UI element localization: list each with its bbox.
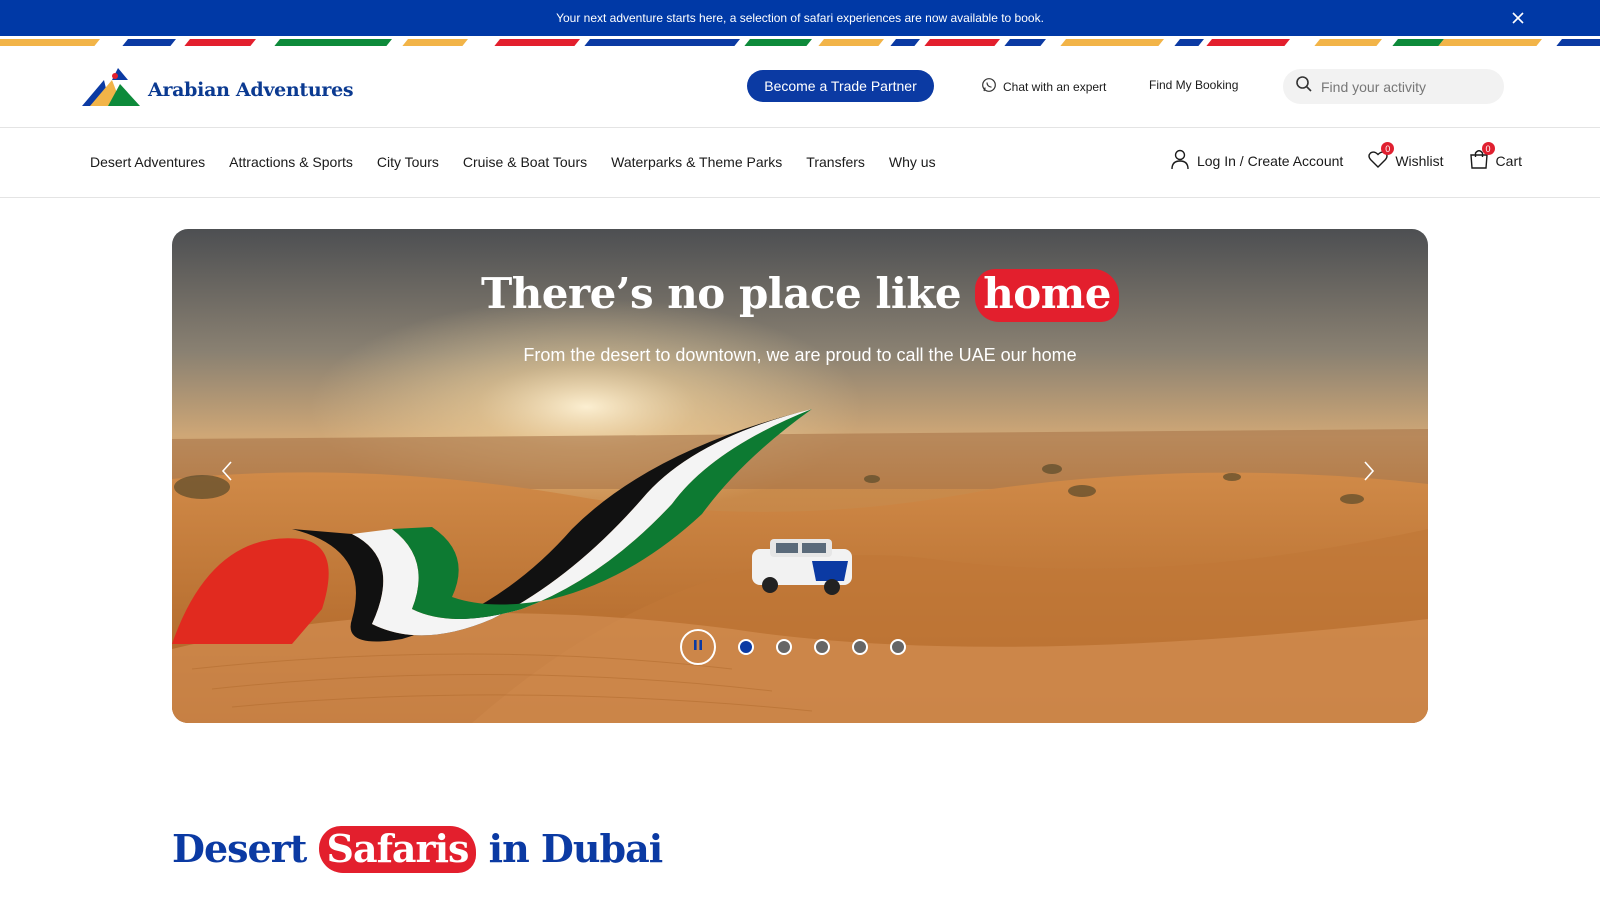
whatsapp-icon <box>981 77 997 96</box>
section-title: Desert Safaris in Dubai <box>172 826 664 873</box>
site-header: Arabian Adventures Become a Trade Partne… <box>0 46 1600 128</box>
chat-expert-link[interactable]: Chat with an expert <box>981 77 1106 96</box>
wishlist-label: Wishlist <box>1395 152 1444 169</box>
carousel-dot[interactable] <box>890 639 906 655</box>
chat-expert-label: Chat with an expert <box>1003 79 1107 94</box>
pause-button[interactable] <box>680 629 716 665</box>
hero-subtitle: From the desert to downtown, we are prou… <box>523 345 1077 365</box>
carousel-dot[interactable] <box>776 639 792 655</box>
announcement-bar: Your next adventure starts here, a selec… <box>0 0 1600 36</box>
pause-icon <box>691 638 705 657</box>
nav-item-transfers[interactable]: Transfers <box>806 154 865 170</box>
chevron-right-icon[interactable] <box>1356 459 1380 483</box>
hero-title-highlight: home <box>975 269 1119 322</box>
search-box[interactable] <box>1283 69 1504 104</box>
carousel-dot[interactable] <box>814 639 830 655</box>
nav-item-why-us[interactable]: Why us <box>889 154 936 170</box>
logo-mark-icon <box>82 66 140 113</box>
login-link[interactable]: Log In / Create Account <box>1169 148 1343 173</box>
close-icon[interactable] <box>1508 8 1528 28</box>
carousel-pagination <box>680 629 906 665</box>
carousel-dot[interactable] <box>852 639 868 655</box>
chevron-left-icon[interactable] <box>216 459 240 483</box>
wishlist-link[interactable]: 0 Wishlist <box>1367 142 1444 173</box>
trade-partner-button[interactable]: Become a Trade Partner <box>747 70 934 102</box>
section-title-highlight: Safaris <box>318 826 477 873</box>
login-label: Log In / Create Account <box>1196 152 1344 169</box>
main-nav: Desert Adventures Attractions & Sports C… <box>0 128 1600 198</box>
wishlist-count-badge: 0 <box>1381 142 1395 155</box>
nav-item-desert-adventures[interactable]: Desert Adventures <box>90 154 205 170</box>
cart-count-badge: 0 <box>1481 142 1495 155</box>
announcement-text: Your next adventure starts here, a selec… <box>556 11 1044 25</box>
nav-item-waterparks-theme-parks[interactable]: Waterparks & Theme Parks <box>611 154 782 170</box>
carousel-dot[interactable] <box>738 639 754 655</box>
hero-title-prefix: There’s no place like <box>481 269 962 318</box>
logo-text: Arabian Adventures <box>148 78 354 101</box>
cart-label: Cart <box>1495 152 1522 169</box>
nav-item-city-tours[interactable]: City Tours <box>377 154 439 170</box>
decorative-stripe <box>0 36 1600 46</box>
hero-title: There’s no place like home <box>172 269 1428 322</box>
cart-link[interactable]: 0 Cart <box>1468 142 1522 173</box>
search-input[interactable] <box>1321 78 1491 95</box>
account-actions: Log In / Create Account 0 Wishlist 0 Car… <box>1169 142 1522 173</box>
nav-links: Desert Adventures Attractions & Sports C… <box>90 154 936 170</box>
hero-carousel: There’s no place like home From the dese… <box>172 229 1428 723</box>
search-icon <box>1295 75 1313 98</box>
nav-item-attractions-sports[interactable]: Attractions & Sports <box>229 154 353 170</box>
section-title-suffix: in Dubai <box>488 826 664 871</box>
user-icon <box>1169 148 1191 173</box>
logo[interactable]: Arabian Adventures <box>82 66 354 113</box>
section-title-prefix: Desert <box>172 826 307 871</box>
find-booking-link[interactable]: Find My Booking <box>1149 78 1238 92</box>
nav-item-cruise-boat-tours[interactable]: Cruise & Boat Tours <box>463 154 587 170</box>
